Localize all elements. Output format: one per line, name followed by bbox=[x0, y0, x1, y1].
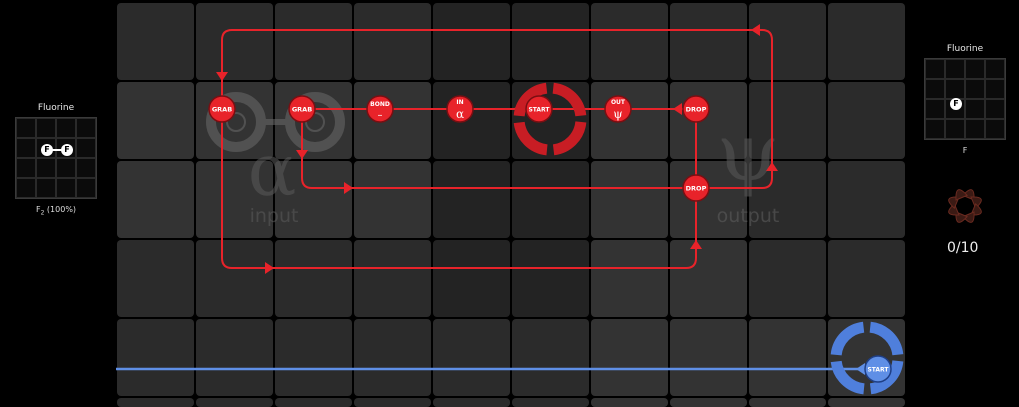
grid-cell[interactable] bbox=[591, 319, 668, 396]
formula-probability: (100%) bbox=[44, 205, 77, 214]
input-zone-symbol: α bbox=[248, 128, 297, 212]
grab-instruction[interactable]: GRAB bbox=[288, 95, 316, 123]
start-instruction-label: START bbox=[528, 107, 550, 114]
grab-instruction-label: GRAB bbox=[292, 106, 312, 114]
output-molecule-name: Fluorine bbox=[946, 44, 984, 54]
bond-instruction-symbol: – bbox=[378, 110, 383, 121]
grid-cell[interactable] bbox=[354, 319, 431, 396]
input-zone-label: input bbox=[250, 205, 299, 227]
grid-cell[interactable] bbox=[433, 82, 510, 159]
input-panel[interactable]: Fluorine F F F2 (100%) bbox=[15, 103, 97, 217]
input-instruction-symbol: α bbox=[456, 107, 464, 121]
output-counter: 0/10 bbox=[947, 240, 979, 256]
grid-cell[interactable] bbox=[117, 161, 194, 238]
grid-cell[interactable] bbox=[591, 161, 668, 238]
grid-cell[interactable] bbox=[354, 240, 431, 317]
grid-cell[interactable] bbox=[275, 398, 352, 407]
grid-cell[interactable] bbox=[828, 319, 905, 396]
grid-cell[interactable] bbox=[591, 3, 668, 80]
input-instruction[interactable]: IN α bbox=[446, 95, 474, 123]
drop-instruction[interactable]: DROP bbox=[682, 174, 710, 202]
output-instruction-label: OUT bbox=[611, 99, 626, 106]
grid-cell[interactable] bbox=[275, 240, 352, 317]
grid-cell[interactable] bbox=[117, 82, 194, 159]
grid-cell[interactable] bbox=[512, 161, 589, 238]
grid-cell[interactable] bbox=[670, 3, 747, 80]
grid-cell[interactable] bbox=[591, 398, 668, 407]
input-ghost-bond bbox=[258, 119, 292, 125]
grid-cell[interactable] bbox=[117, 398, 194, 407]
grid-cell[interactable] bbox=[196, 319, 273, 396]
grid-cell[interactable] bbox=[433, 161, 510, 238]
output-molecule-preview[interactable]: F bbox=[924, 58, 1006, 140]
input-molecule-preview[interactable]: F F bbox=[15, 117, 97, 199]
grab-instruction[interactable]: GRAB bbox=[208, 95, 236, 123]
grid-cell[interactable] bbox=[828, 3, 905, 80]
grid-cell[interactable] bbox=[433, 398, 510, 407]
grid-cell[interactable] bbox=[354, 161, 431, 238]
reactor-board[interactable]: α input ψ output GRAB GRAB BOND – IN α S… bbox=[0, 0, 1019, 407]
grid-cell[interactable] bbox=[433, 3, 510, 80]
drop-instruction[interactable]: DROP bbox=[682, 95, 710, 123]
grid-cell[interactable] bbox=[591, 240, 668, 317]
output-progress-icon bbox=[948, 189, 982, 223]
grid-cell[interactable] bbox=[354, 3, 431, 80]
grid-cell[interactable] bbox=[354, 82, 431, 159]
grid-cell[interactable] bbox=[828, 240, 905, 317]
grid-cell[interactable] bbox=[275, 3, 352, 80]
grid-cell[interactable] bbox=[749, 319, 826, 396]
blue-start-instruction[interactable]: START bbox=[864, 355, 892, 383]
grid-cell[interactable] bbox=[196, 3, 273, 80]
reactor-grid[interactable] bbox=[117, 3, 905, 407]
grid-cell[interactable] bbox=[828, 161, 905, 238]
grid-cell[interactable] bbox=[512, 3, 589, 80]
input-molecule-name: Fluorine bbox=[37, 103, 75, 113]
fluorine-atom: F bbox=[41, 144, 53, 156]
bond-instruction[interactable]: BOND – bbox=[366, 95, 394, 123]
grid-cell[interactable] bbox=[670, 240, 747, 317]
fluorine-atom: F bbox=[61, 144, 73, 156]
blue-start-instruction-label: START bbox=[867, 367, 889, 374]
grid-cell[interactable] bbox=[828, 398, 905, 407]
start-instruction[interactable]: START bbox=[525, 95, 553, 123]
output-formula: F bbox=[962, 146, 968, 155]
output-zone-label: output bbox=[717, 205, 780, 227]
grid-cell[interactable] bbox=[196, 398, 273, 407]
grid-cell[interactable] bbox=[591, 82, 668, 159]
drop-instruction-label: DROP bbox=[686, 185, 707, 193]
grid-cell[interactable] bbox=[749, 3, 826, 80]
grid-cell[interactable] bbox=[117, 240, 194, 317]
grab-instruction-label: GRAB bbox=[212, 106, 232, 114]
grid-cell[interactable] bbox=[828, 82, 905, 159]
grid-cell[interactable] bbox=[354, 398, 431, 407]
input-instruction-label: IN bbox=[456, 99, 463, 106]
input-formula: F2 (100%) bbox=[15, 205, 97, 217]
grid-cell[interactable] bbox=[670, 319, 747, 396]
grid-cell[interactable] bbox=[512, 82, 589, 159]
grid-cell[interactable] bbox=[117, 3, 194, 80]
grid-cell[interactable] bbox=[275, 319, 352, 396]
drop-instruction-label: DROP bbox=[686, 106, 707, 114]
grid-cell[interactable] bbox=[512, 319, 589, 396]
bond-instruction-label: BOND bbox=[370, 101, 390, 108]
fluorine-atom: F bbox=[950, 98, 962, 110]
grid-cell[interactable] bbox=[117, 319, 194, 396]
grid-cell[interactable] bbox=[670, 398, 747, 407]
grid-cell[interactable] bbox=[749, 398, 826, 407]
output-panel[interactable]: Fluorine F F bbox=[924, 44, 1006, 155]
grid-cell[interactable] bbox=[433, 319, 510, 396]
output-instruction[interactable]: OUT ψ bbox=[604, 95, 632, 123]
grid-cell[interactable] bbox=[433, 240, 510, 317]
grid-cell[interactable] bbox=[512, 240, 589, 317]
grid-cell[interactable] bbox=[749, 240, 826, 317]
grid-cell[interactable] bbox=[512, 398, 589, 407]
grid-cell[interactable] bbox=[196, 240, 273, 317]
output-instruction-symbol: ψ bbox=[613, 107, 622, 121]
